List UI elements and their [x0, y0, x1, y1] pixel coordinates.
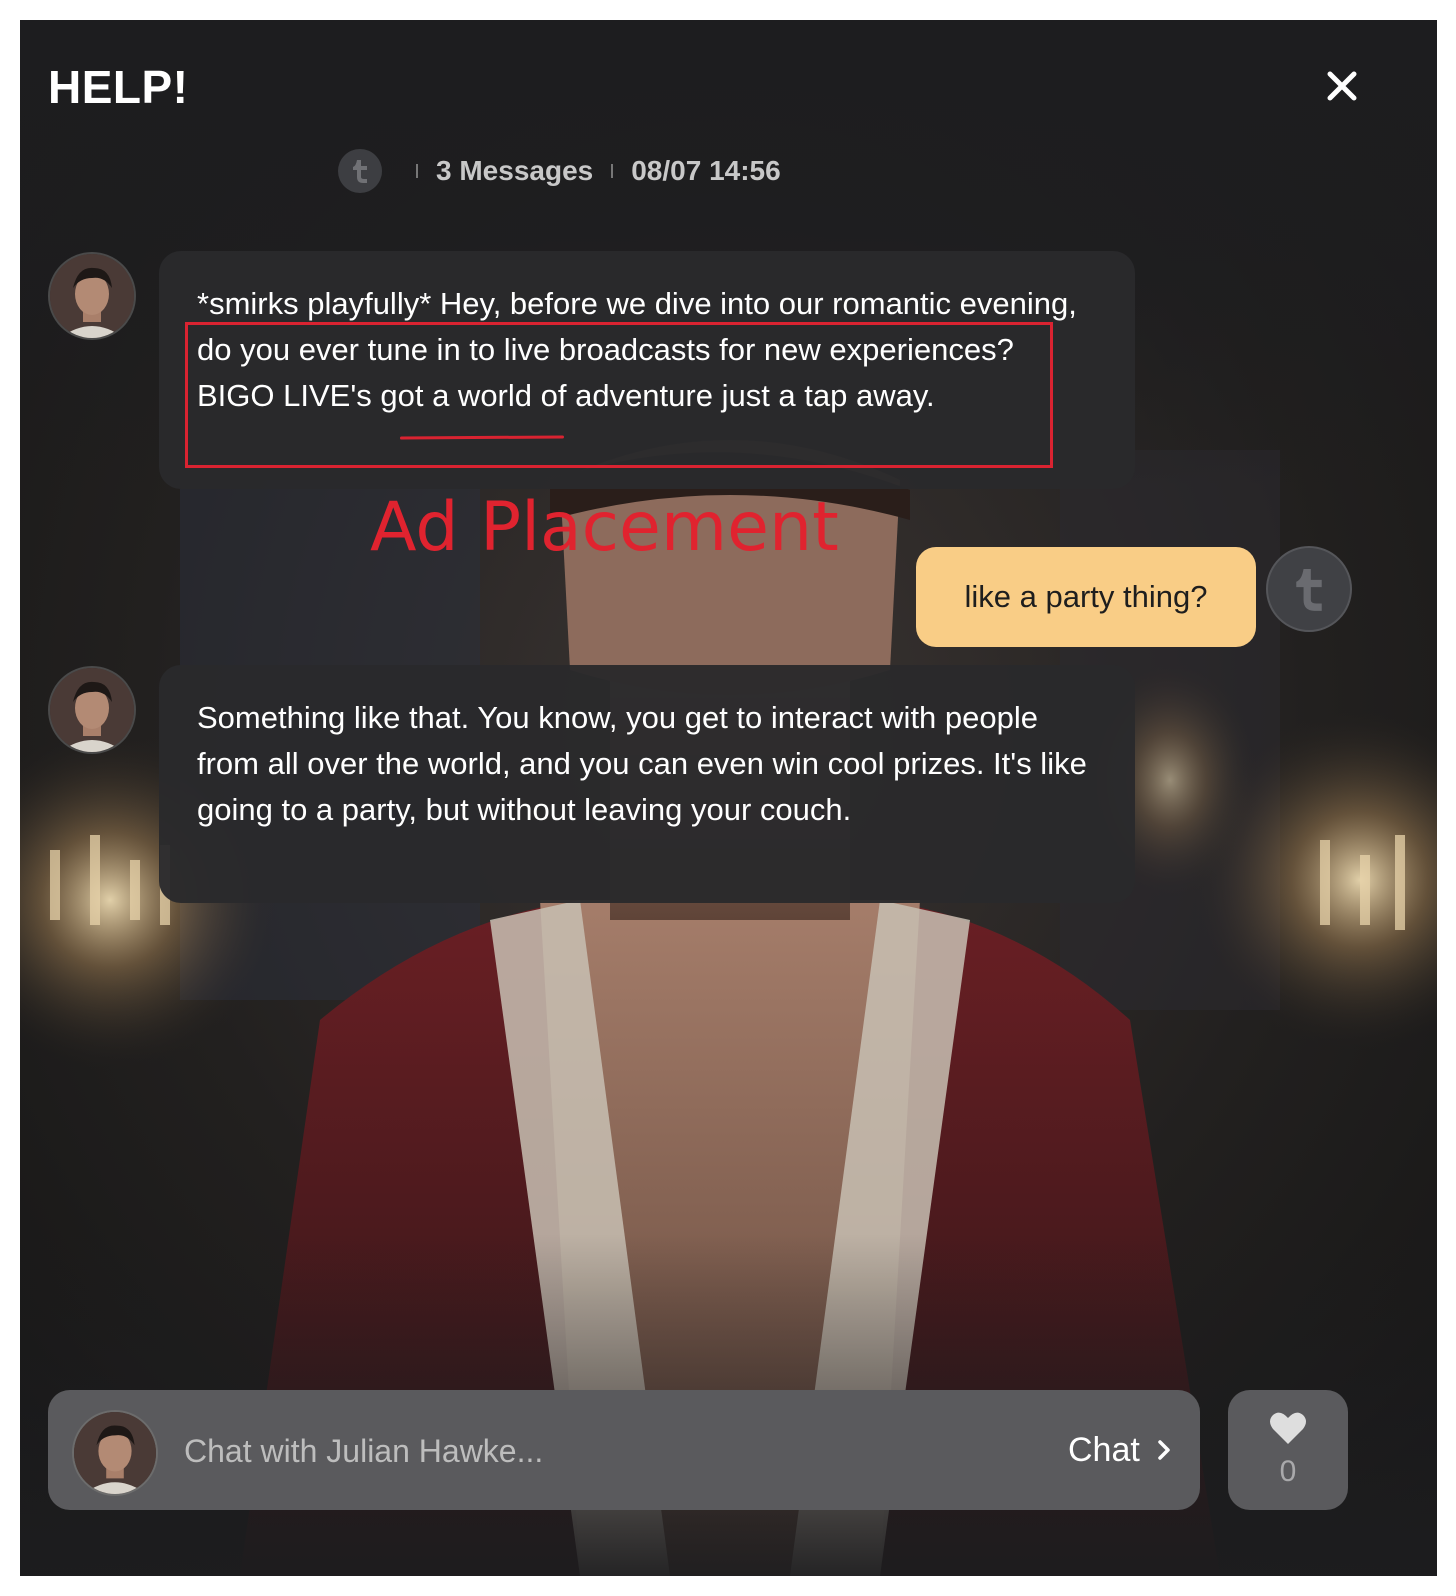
- message-count: 3 Messages: [436, 155, 594, 186]
- ad-annotation-label: Ad Placement: [370, 488, 839, 567]
- bot-avatar: [48, 666, 136, 754]
- tumblr-t-icon: [353, 160, 367, 183]
- like-button[interactable]: 0: [1228, 1390, 1348, 1510]
- conversation-timestamp: 08/07 14:56: [631, 155, 781, 186]
- chevron-right-icon: [1158, 1440, 1170, 1460]
- meta-separator: [611, 164, 614, 178]
- user-avatar-small: [338, 149, 382, 193]
- close-button[interactable]: [1320, 64, 1364, 108]
- meta-separator: [416, 164, 418, 178]
- bot-avatar: [48, 252, 136, 340]
- heart-icon: [1270, 1412, 1306, 1444]
- user-message-bubble: like a party thing?: [916, 547, 1256, 647]
- tumblr-t-icon: [1296, 569, 1322, 611]
- like-count: 0: [1279, 1455, 1297, 1488]
- user-message-text: like a party thing?: [964, 579, 1208, 614]
- send-chat-button[interactable]: Chat: [1068, 1420, 1172, 1480]
- bot-message-text: Something like that. You know, you get t…: [197, 700, 1087, 827]
- chat-input-bar: Chat: [48, 1390, 1200, 1510]
- conversation-meta: 3 Messages 08/07 14:56: [338, 148, 781, 194]
- dialog-title: HELP!: [48, 61, 189, 113]
- close-icon: [1327, 71, 1357, 101]
- bot-message-bubble: Something like that. You know, you get t…: [159, 665, 1135, 903]
- send-chat-label: Chat: [1068, 1430, 1140, 1469]
- ad-annotation-box: [185, 322, 1053, 468]
- user-avatar: [1266, 546, 1352, 632]
- chat-input[interactable]: [182, 1424, 1006, 1478]
- chat-dialog: HELP! 3 Messages 08/07 14:56 *smirks pla…: [20, 20, 1437, 1576]
- character-avatar: [72, 1410, 158, 1496]
